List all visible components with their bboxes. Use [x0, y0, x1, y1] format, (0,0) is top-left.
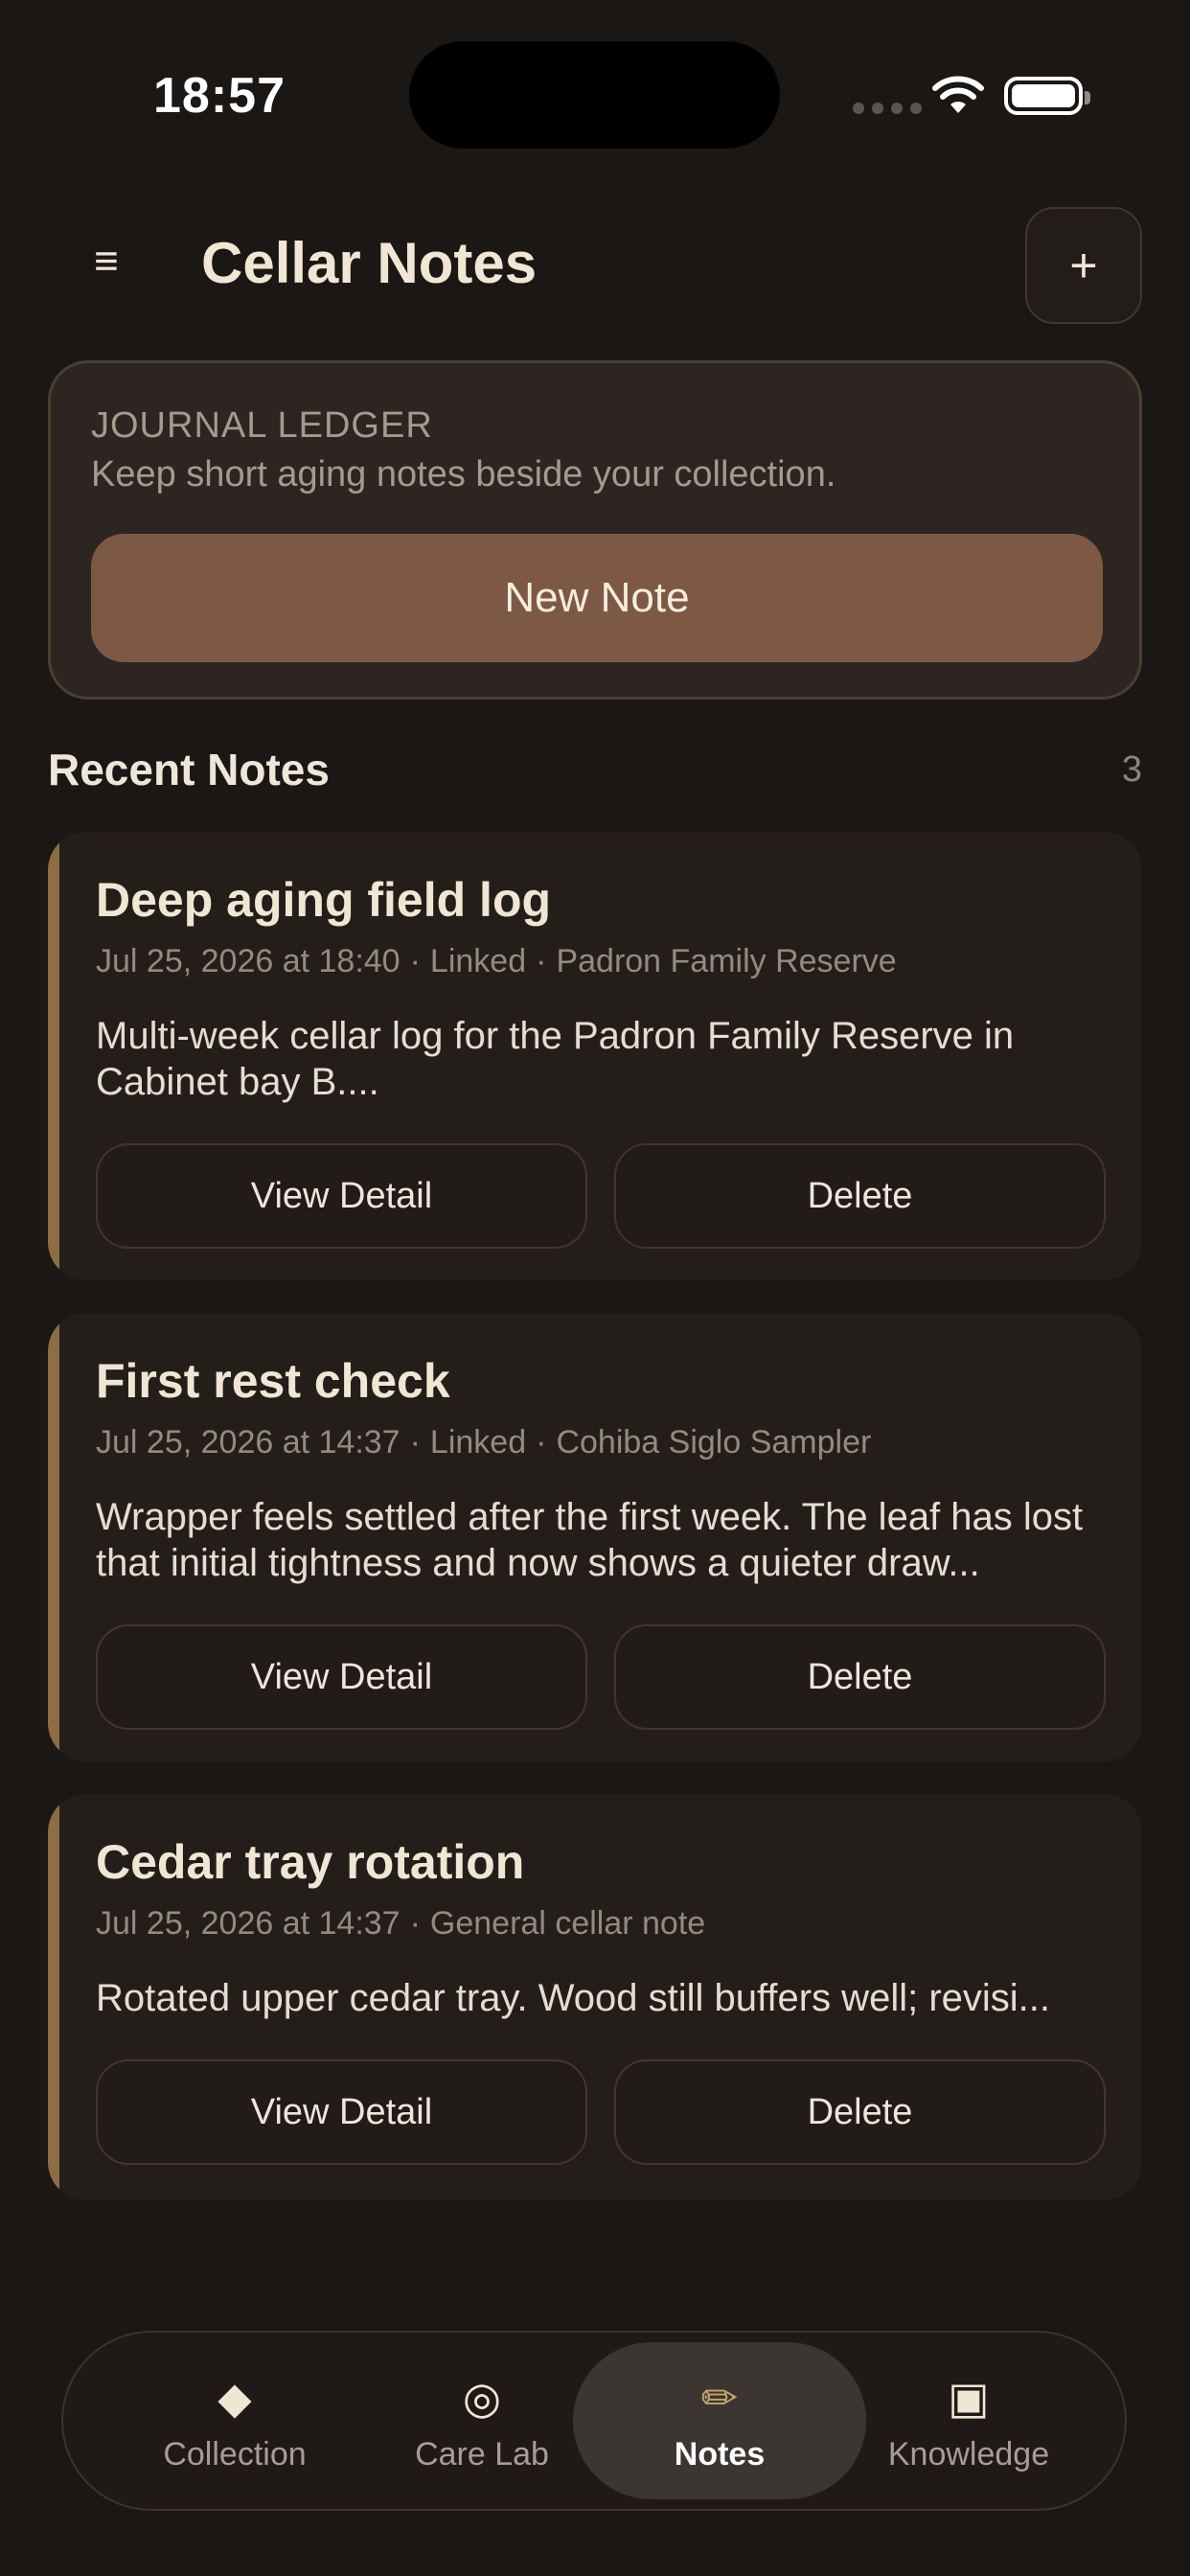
- note-status: Linked: [429, 943, 527, 979]
- note-body: Rotated upper cedar tray. Wood still buf…: [96, 1977, 1050, 2019]
- delete-button[interactable]: Delete: [614, 1143, 1106, 1249]
- note-status: General cellar note: [429, 1905, 706, 1942]
- add-note-button[interactable]: +: [1025, 207, 1142, 324]
- note-date: Jul 25, 2026 at 18:40: [96, 943, 400, 979]
- pencil-icon: ✏: [700, 2372, 739, 2423]
- note-card: Deep aging field log Jul 25, 2026 at 18:…: [48, 832, 1142, 1280]
- diamond-icon: ◆: [217, 2372, 252, 2423]
- note-title: Cedar tray rotation: [96, 1835, 525, 1889]
- note-body: Multi-week cellar log for the Padron Fam…: [96, 1015, 1015, 1103]
- note-body: Wrapper feels settled after the first we…: [96, 1496, 1084, 1584]
- journal-ledger-card: JOURNAL LEDGER Keep short aging notes be…: [48, 360, 1142, 700]
- tab-knowledge[interactable]: ▣ Knowledge: [822, 2342, 1115, 2499]
- note-linked-item: Cohiba Siglo Sampler: [556, 1424, 872, 1460]
- delete-button[interactable]: Delete: [614, 1624, 1106, 1730]
- note-meta: Jul 25, 2026 at 14:37 · General cellar not…: [96, 1905, 706, 1942]
- note-meta: Jul 25, 2026 at 18:40 · Linked · Padron Fami…: [96, 943, 897, 979]
- notes-count: 3: [1121, 749, 1142, 790]
- ledger-description: Keep short aging notes beside your colle…: [91, 454, 836, 494]
- status-time: 18:57: [153, 68, 286, 124]
- notes-screen: 18:57 ≡ Cellar Notes + JOURNAL LEDGER Ke…: [0, 0, 1190, 2576]
- cellular-signal-icon: [853, 103, 922, 114]
- target-icon: ◎: [462, 2372, 502, 2423]
- menu-icon[interactable]: ≡: [75, 230, 138, 293]
- square-icon: ▣: [948, 2372, 990, 2423]
- note-linked-item: Padron Family Reserve: [556, 943, 897, 979]
- battery-icon: [1004, 77, 1090, 115]
- page-title: Cellar Notes: [201, 231, 538, 295]
- note-card: Cedar tray rotation Jul 25, 2026 at 14:3…: [48, 1794, 1142, 2200]
- wifi-icon: [932, 76, 984, 113]
- view-detail-button[interactable]: View Detail: [96, 1624, 587, 1730]
- note-title: Deep aging field log: [96, 873, 552, 927]
- dynamic-island: [409, 41, 780, 149]
- note-meta: Jul 25, 2026 at 14:37 · Linked · Cohiba Sigl…: [96, 1424, 872, 1460]
- tab-label: Collection: [163, 2435, 307, 2472]
- ledger-eyebrow: JOURNAL LEDGER: [91, 405, 433, 446]
- section-title: Recent Notes: [48, 745, 330, 794]
- view-detail-button[interactable]: View Detail: [96, 1143, 587, 1249]
- tab-label: Notes: [674, 2435, 766, 2472]
- note-status: Linked: [429, 1424, 527, 1460]
- tab-label: Knowledge: [887, 2435, 1050, 2472]
- new-note-button[interactable]: New Note: [91, 534, 1103, 662]
- view-detail-button[interactable]: View Detail: [96, 2059, 587, 2165]
- note-date: Jul 25, 2026 at 14:37: [96, 1424, 400, 1460]
- note-card: First rest check Jul 25, 2026 at 14:37 · L…: [48, 1313, 1142, 1761]
- tab-label: Care Lab: [415, 2435, 549, 2472]
- delete-button[interactable]: Delete: [614, 2059, 1106, 2165]
- note-title: First rest check: [96, 1354, 450, 1408]
- note-date: Jul 25, 2026 at 14:37: [96, 1905, 400, 1942]
- tab-bar: ◆ Collection ◎ Care Lab ✏ Notes ▣ Knowle…: [61, 2331, 1127, 2511]
